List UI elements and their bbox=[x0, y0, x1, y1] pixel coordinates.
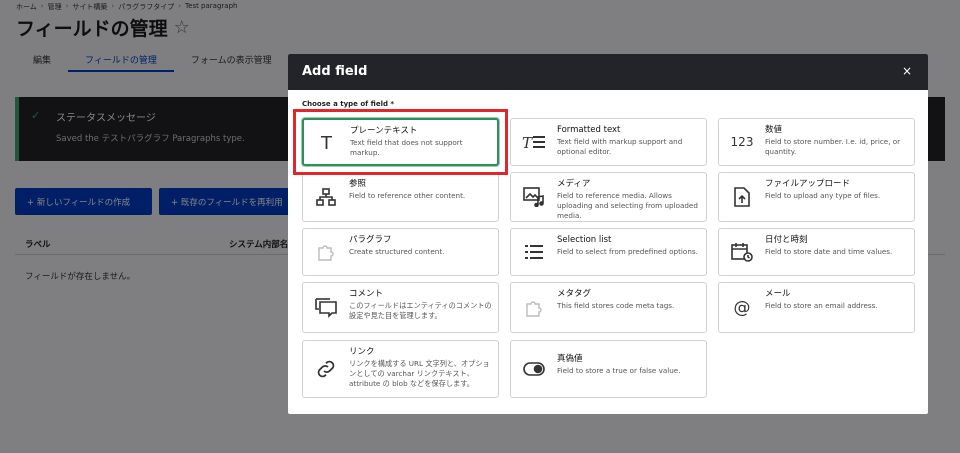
link-icon bbox=[303, 341, 349, 397]
dialog-header: Add field × bbox=[288, 54, 928, 90]
choose-type-label: Choose a type of field * bbox=[302, 100, 395, 108]
card-name: 参照 bbox=[349, 179, 367, 189]
card-desc: Field to store date and time values. bbox=[765, 247, 893, 256]
card-desc: Field to store a true or false value. bbox=[557, 366, 681, 375]
field-type-email[interactable]: @ メール Field to store an email address. bbox=[718, 282, 915, 333]
list-icon bbox=[511, 229, 557, 275]
card-desc: Field to store an email address. bbox=[765, 301, 878, 310]
card-name: メール bbox=[765, 289, 791, 299]
svg-text:T: T bbox=[522, 134, 533, 151]
at-icon: @ bbox=[733, 297, 751, 318]
field-type-metatag[interactable]: メタタグ This field stores code meta tags. bbox=[510, 282, 707, 333]
file-upload-icon bbox=[719, 173, 765, 221]
close-icon[interactable]: × bbox=[902, 64, 912, 78]
number-icon: 123 bbox=[730, 135, 754, 149]
field-type-file-upload[interactable]: ファイルアップロード Field to upload any type of fi… bbox=[718, 172, 915, 222]
field-type-datetime[interactable]: 日付と時刻 Field to store date and time values… bbox=[718, 228, 915, 276]
formatted-text-icon: T bbox=[511, 119, 557, 165]
card-desc: Field to upload any type of files. bbox=[765, 191, 881, 200]
hierarchy-icon bbox=[303, 173, 349, 221]
field-type-media[interactable]: メディア Field to reference media. Allows upl… bbox=[510, 172, 707, 222]
card-name: Selection list bbox=[557, 235, 612, 245]
card-desc: Text field with markup support and optio… bbox=[557, 137, 683, 156]
card-desc: Field to reference other content. bbox=[349, 191, 466, 200]
card-desc: Field to reference media. Allows uploadi… bbox=[557, 191, 698, 220]
field-type-plain-text[interactable]: T プレーンテキスト Text field that does not suppo… bbox=[302, 118, 499, 166]
card-name: 日付と時刻 bbox=[765, 235, 808, 245]
card-desc: このフィールドはエンティティのコメントの設定や見た目を管理します。 bbox=[349, 301, 492, 320]
card-name: 真偽値 bbox=[557, 354, 583, 364]
card-name: 数値 bbox=[765, 125, 783, 135]
card-name: ファイルアップロード bbox=[765, 179, 851, 189]
card-desc: Create structured content. bbox=[349, 247, 445, 256]
field-type-link[interactable]: リンクリンクを構成する URL 文字列と、オプションとしての varchar リ… bbox=[302, 340, 499, 398]
card-desc: This field stores code meta tags. bbox=[557, 301, 675, 310]
card-name: Formatted text bbox=[557, 125, 621, 135]
card-name: リンク bbox=[349, 347, 375, 357]
toggle-icon bbox=[511, 341, 557, 397]
puzzle-icon bbox=[303, 229, 349, 275]
card-name: メタタグ bbox=[557, 289, 592, 299]
card-name: プレーンテキスト bbox=[350, 126, 418, 136]
field-type-formatted-text[interactable]: T Formatted text Text field with markup s… bbox=[510, 118, 707, 166]
field-type-selection-list[interactable]: Selection list Field to select from prede… bbox=[510, 228, 707, 276]
field-type-number[interactable]: 123 数値 Field to store number. I.e. id, pr… bbox=[718, 118, 915, 166]
calendar-icon bbox=[719, 229, 765, 275]
svg-text:T: T bbox=[320, 133, 333, 152]
comment-icon bbox=[303, 283, 349, 332]
card-desc: Field to select from predefined options. bbox=[557, 247, 698, 256]
card-name: コメント bbox=[349, 289, 384, 299]
card-name: パラグラフ bbox=[349, 235, 392, 245]
field-type-paragraph[interactable]: パラグラフ Create structured content. bbox=[302, 228, 499, 276]
card-desc: Text field that does not support markup. bbox=[350, 138, 463, 157]
field-type-boolean[interactable]: 真偽値 Field to store a true or false value. bbox=[510, 340, 707, 398]
card-desc: Field to store number. I.e. id, price, o… bbox=[765, 137, 901, 156]
dialog-title: Add field bbox=[302, 64, 368, 79]
puzzle-icon bbox=[511, 283, 557, 332]
card-name: メディア bbox=[557, 179, 591, 189]
field-type-comment[interactable]: コメントこのフィールドはエンティティのコメントの設定や見た目を管理します。 bbox=[302, 282, 499, 333]
media-icon bbox=[511, 173, 557, 221]
card-desc: リンクを構成する URL 文字列と、オプションとしての varchar リンクテ… bbox=[349, 359, 490, 388]
add-field-dialog: Add field × Choose a type of field * T プ… bbox=[288, 54, 928, 414]
field-type-reference[interactable]: 参照 Field to reference other content. bbox=[302, 172, 499, 222]
text-T-icon: T bbox=[304, 120, 350, 164]
